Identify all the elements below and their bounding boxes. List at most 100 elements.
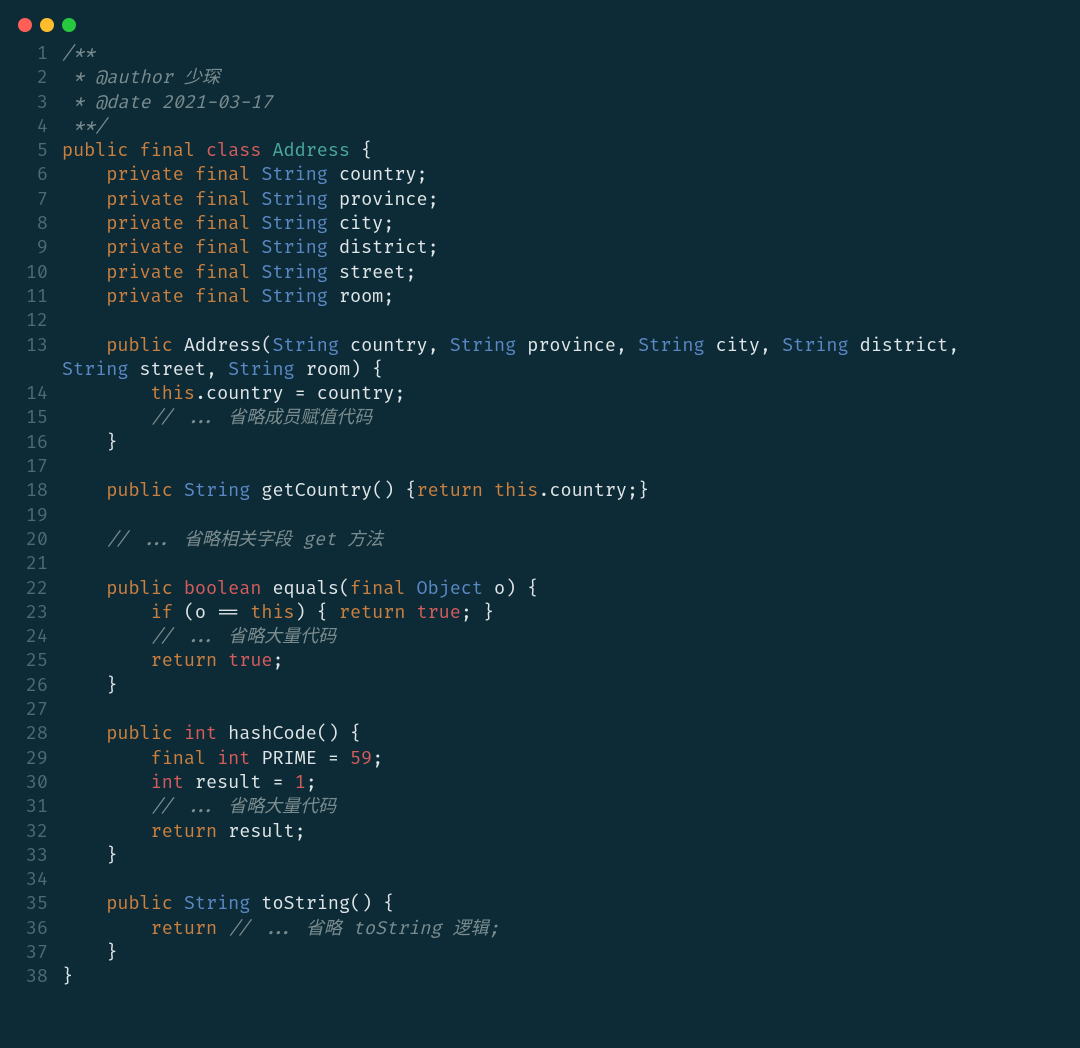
line-number: 10 [14, 261, 48, 285]
line-content: private final String province; [62, 188, 439, 212]
code-line: 30 int result = 1; [14, 771, 1060, 795]
line-content: if (o == this) { return true; } [62, 601, 494, 625]
code-line: 18 public String getCountry() {return th… [14, 479, 1060, 503]
code-token: private [106, 236, 195, 259]
code-token: String [782, 334, 848, 357]
code-token [62, 285, 106, 308]
code-token: } [62, 941, 117, 964]
line-number: 34 [14, 868, 48, 892]
code-token [62, 649, 151, 672]
code-token: return [151, 820, 217, 843]
code-token: **/ [62, 115, 106, 138]
line-content: private final String district; [62, 236, 439, 260]
maximize-icon[interactable] [62, 18, 76, 32]
code-token [62, 236, 106, 259]
line-content: } [62, 941, 117, 965]
code-line: 23 if (o == this) { return true; } [14, 601, 1060, 625]
line-content: public Address(String country, String pr… [62, 334, 970, 358]
code-token: String [272, 334, 338, 357]
code-token: String [261, 236, 339, 259]
code-line: 15 // ... 省略成员赋值代码 [14, 406, 1060, 430]
code-line: 37 } [14, 941, 1060, 965]
code-token [62, 601, 151, 624]
code-token: return [151, 649, 229, 672]
code-token: return [151, 917, 229, 940]
line-content: int result = 1; [62, 771, 317, 795]
code-token [62, 188, 106, 211]
code-line: 26 } [14, 674, 1060, 698]
code-token: toString() { [261, 892, 394, 915]
code-token: o) { [494, 577, 538, 600]
code-line: 14 this.country = country; [14, 382, 1060, 406]
code-line: 35 public String toString() { [14, 892, 1060, 916]
code-line: 11 private final String room; [14, 285, 1060, 309]
code-token: district; [339, 236, 439, 259]
line-content: final int PRIME = 59; [62, 747, 383, 771]
code-token [62, 261, 106, 284]
line-number: 23 [14, 601, 48, 625]
code-token: PRIME = [250, 747, 350, 770]
code-token: .country = country; [195, 382, 405, 405]
line-content: public String getCountry() {return this.… [62, 479, 649, 503]
code-line: 8 private final String city; [14, 212, 1060, 236]
code-token: String [638, 334, 704, 357]
code-token [62, 917, 151, 940]
line-number: 5 [14, 139, 48, 163]
code-token: // ... 省略相关字段 get 方法 [106, 528, 383, 551]
code-token: true [228, 649, 272, 672]
code-line: 34 [14, 868, 1060, 892]
line-content: private final String country; [62, 163, 428, 187]
line-number: 36 [14, 917, 48, 941]
code-token [62, 771, 151, 794]
code-token: String [450, 334, 516, 357]
code-token: String [184, 892, 262, 915]
code-line: 31 // ... 省略大量代码 [14, 795, 1060, 819]
code-line: 29 final int PRIME = 59; [14, 747, 1060, 771]
code-token: ) { [295, 601, 339, 624]
line-content: // ... 省略成员赋值代码 [62, 406, 372, 430]
line-content: // ... 省略大量代码 [62, 625, 336, 649]
code-token: int [151, 771, 184, 794]
code-token: * @date 2021-03-17 [62, 91, 272, 114]
code-line: 32 return result; [14, 820, 1060, 844]
line-number: 32 [14, 820, 48, 844]
code-line: 28 public int hashCode() { [14, 722, 1060, 746]
code-token: if [151, 601, 173, 624]
line-number: 28 [14, 722, 48, 746]
line-content: private final String room; [62, 285, 394, 309]
code-line: 17 [14, 455, 1060, 479]
line-number: 1 [14, 42, 48, 66]
code-token: final [195, 236, 261, 259]
code-line: 36 return // ... 省略 toString 逻辑; [14, 917, 1060, 941]
code-token: final [195, 261, 261, 284]
code-token: (o == [173, 601, 251, 624]
line-number: 17 [14, 455, 48, 479]
code-token: Object [417, 577, 495, 600]
code-line: 22 public boolean equals(final Object o)… [14, 577, 1060, 601]
line-number: 16 [14, 431, 48, 455]
code-line-continuation: String street, String room) { [14, 358, 1060, 382]
code-token [62, 722, 106, 745]
code-line: 12 [14, 309, 1060, 333]
line-number: 6 [14, 163, 48, 187]
code-token [62, 625, 151, 648]
line-content: public boolean equals(final Object o) { [62, 577, 538, 601]
code-token: // ... 省略成员赋值代码 [151, 406, 373, 429]
code-token: hashCode() { [217, 722, 361, 745]
code-line: 1/** [14, 42, 1060, 66]
code-token: final [140, 139, 206, 162]
line-number: 29 [14, 747, 48, 771]
code-token: boolean [184, 577, 273, 600]
line-number: 19 [14, 504, 48, 528]
code-token: district, [849, 334, 971, 357]
code-token: this [151, 382, 195, 405]
code-token: String [184, 479, 262, 502]
code-token: final [151, 747, 217, 770]
line-content: * @author 少琛 [62, 66, 220, 90]
code-editor: 1/**2 * @author 少琛3 * @date 2021-03-174 … [0, 42, 1080, 1010]
code-token: ; [372, 747, 383, 770]
code-token: int [217, 747, 250, 770]
code-token: private [106, 261, 195, 284]
close-icon[interactable] [18, 18, 32, 32]
minimize-icon[interactable] [40, 18, 54, 32]
